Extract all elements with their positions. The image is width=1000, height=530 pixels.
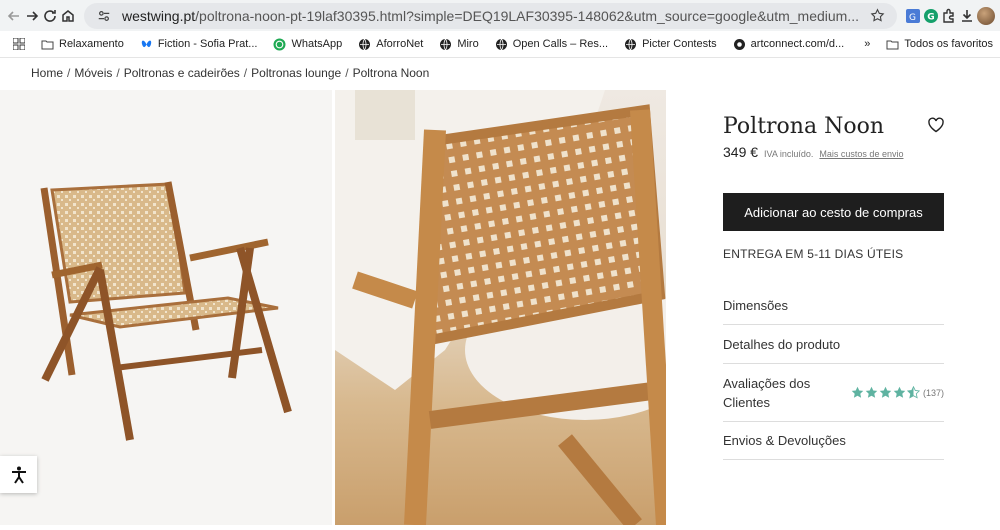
svg-text:G: G — [927, 12, 934, 22]
accordion-label: Avaliações dos Clientes — [723, 375, 811, 410]
chevron-double-right-icon: » — [864, 38, 871, 50]
folder-icon — [41, 38, 54, 51]
add-to-cart-button[interactable]: Adicionar ao cesto de compras — [723, 193, 944, 231]
product-section: Poltrona Noon 349 € IVA incluído. Mais c… — [0, 90, 1000, 525]
site-settings-icon[interactable] — [92, 4, 116, 28]
profile-avatar[interactable] — [977, 4, 996, 28]
product-image-lifestyle[interactable] — [335, 90, 666, 525]
accordion-product-details[interactable]: Detalhes do produto — [723, 325, 944, 364]
breadcrumb-separator: / — [345, 66, 349, 80]
download-icon[interactable] — [959, 4, 975, 28]
breadcrumb-separator: / — [67, 66, 71, 80]
url-path: /poltrona-noon-pt-19laf30395.html?simple… — [195, 7, 860, 24]
address-bar[interactable]: westwing.pt/poltrona-noon-pt-19laf30395.… — [84, 2, 898, 29]
shipping-costs-link[interactable]: Mais custos de envio — [819, 149, 903, 159]
star-icon — [851, 386, 864, 398]
globe-icon — [439, 38, 452, 51]
bookmark-label: Fiction - Sofia Prat... — [157, 38, 258, 50]
folder-icon — [886, 38, 899, 51]
bookmarks-bar: Relaxamento Fiction - Sofia Prat... What… — [0, 31, 1000, 58]
rating-stars: (137) — [851, 386, 944, 399]
breadcrumb-separator: / — [116, 66, 120, 80]
star-icon — [865, 386, 878, 398]
bookmark-label: Open Calls – Res... — [512, 38, 609, 50]
star-icon — [879, 386, 892, 398]
star-icon — [893, 386, 906, 398]
delivery-time: ENTREGA EM 5-11 DIAS ÚTEIS — [723, 247, 904, 261]
all-bookmarks-label: Todos os favoritos — [904, 38, 993, 50]
arrow-left-icon — [7, 10, 19, 21]
accordion-label: Dimensões — [723, 298, 789, 313]
vat-note: IVA incluído. — [764, 149, 814, 159]
bookmark-label: artconnect.com/d... — [750, 38, 845, 50]
all-bookmarks-button[interactable]: Todos os favoritos — [880, 35, 999, 54]
breadcrumb-current[interactable]: Poltrona Noon — [353, 66, 430, 80]
bookmark-item[interactable]: Relaxamento — [35, 35, 130, 54]
accordion-reviews[interactable]: Avaliações dos Clientes (137) — [723, 364, 944, 422]
accessibility-icon — [11, 466, 26, 484]
url-text[interactable]: westwing.pt/poltrona-noon-pt-19laf30395.… — [122, 8, 859, 24]
breadcrumb-lounge-chairs[interactable]: Poltronas lounge — [251, 66, 341, 80]
product-title: Poltrona Noon — [723, 114, 884, 139]
browser-toolbar: westwing.pt/poltrona-noon-pt-19laf30395.… — [0, 0, 1000, 31]
bookmark-item[interactable]: AforroNet — [352, 35, 429, 54]
reload-button[interactable] — [42, 2, 58, 30]
home-icon — [62, 9, 74, 22]
back-button[interactable] — [6, 2, 22, 30]
bookmark-label: Picter Contests — [642, 38, 717, 50]
accordion-label: Envios & Devoluções — [723, 433, 846, 448]
extensions-icon[interactable] — [941, 4, 957, 28]
avatar — [977, 6, 996, 25]
whatsapp-icon — [273, 38, 286, 51]
accordion-dimensions[interactable]: Dimensões — [723, 287, 944, 325]
accessibility-button[interactable] — [0, 456, 37, 493]
arrow-right-icon — [27, 10, 39, 21]
home-button[interactable] — [60, 2, 76, 30]
armchair-illustration — [40, 181, 292, 441]
apps-grid-icon — [12, 38, 25, 51]
globe-icon — [358, 38, 371, 51]
butterfly-icon — [140, 38, 153, 51]
globe-icon — [495, 38, 508, 51]
bookmark-label: Relaxamento — [59, 38, 124, 50]
bookmarks-overflow-button[interactable]: » — [858, 35, 876, 53]
breadcrumb: Home / Móveis / Poltronas e cadeirões / … — [0, 58, 1000, 88]
globe-icon — [733, 38, 746, 51]
apps-button[interactable] — [6, 35, 31, 54]
lifestyle-scene — [335, 90, 666, 525]
bookmark-star-icon[interactable] — [865, 4, 889, 28]
review-count[interactable]: (137) — [923, 388, 944, 398]
product-image-main[interactable] — [0, 90, 332, 525]
translate-icon[interactable]: G — [905, 4, 921, 28]
bookmark-label: WhatsApp — [291, 38, 343, 50]
bookmark-label: AforroNet — [376, 38, 424, 50]
accordion-shipping-returns[interactable]: Envios & Devoluções — [723, 422, 944, 460]
bookmark-item[interactable]: WhatsApp — [267, 35, 348, 54]
bookmark-item[interactable]: artconnect.com/d... — [727, 35, 851, 54]
forward-button[interactable] — [24, 2, 40, 30]
product-price: 349 € — [723, 144, 759, 160]
bookmark-label: Miro — [457, 38, 479, 50]
heart-icon[interactable] — [927, 116, 945, 134]
breadcrumb-home[interactable]: Home — [31, 66, 63, 80]
svg-text:G: G — [909, 13, 916, 23]
bookmark-item[interactable]: Fiction - Sofia Prat... — [134, 35, 264, 54]
bookmark-item[interactable]: Picter Contests — [618, 35, 723, 54]
accordion-label: Detalhes do produto — [723, 336, 841, 352]
reload-icon — [44, 9, 56, 22]
url-host: westwing.pt — [122, 7, 196, 24]
half-star-icon — [906, 386, 920, 399]
breadcrumb-separator: / — [243, 66, 248, 80]
bookmark-item[interactable]: Open Calls – Res... — [489, 35, 614, 54]
breadcrumb-furniture[interactable]: Móveis — [74, 66, 112, 80]
globe-icon — [624, 38, 637, 51]
bookmark-item[interactable]: Miro — [433, 35, 484, 54]
price-row: 349 € IVA incluído. Mais custos de envio — [723, 144, 903, 160]
grammarly-icon[interactable]: G — [923, 4, 939, 28]
breadcrumb-armchairs[interactable]: Poltronas e cadeirões — [124, 66, 240, 80]
